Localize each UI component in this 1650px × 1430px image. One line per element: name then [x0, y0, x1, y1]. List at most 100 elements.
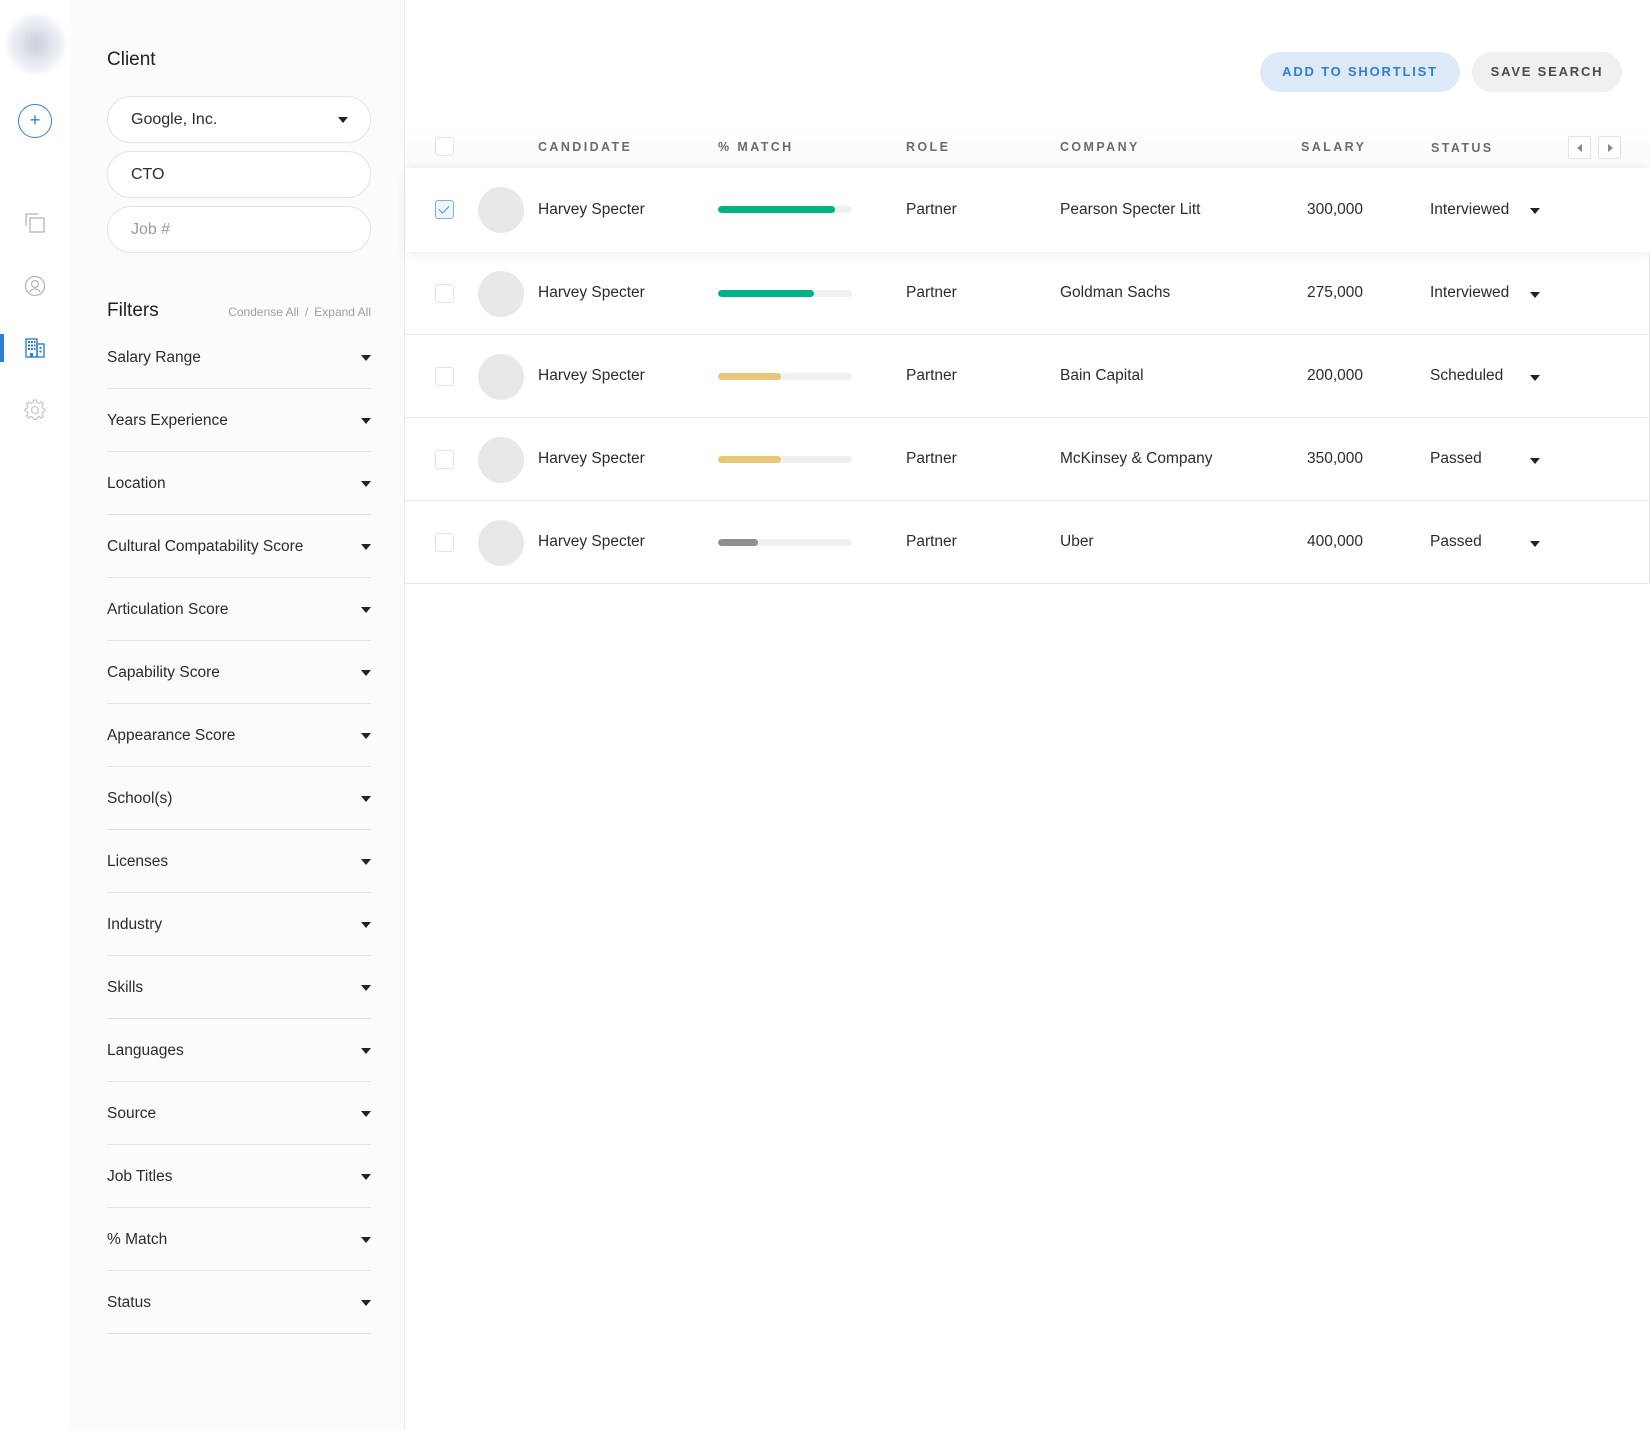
filter-item[interactable]: School(s)	[107, 767, 371, 830]
plus-icon: +	[29, 110, 41, 130]
status-select[interactable]: Passed	[1430, 501, 1482, 583]
avatar	[478, 520, 524, 566]
salary-cell: 275,000	[1306, 284, 1363, 301]
chevron-down-icon	[361, 355, 371, 361]
expand-all-link[interactable]: Expand All	[314, 305, 371, 319]
filter-item[interactable]: Licenses	[107, 830, 371, 893]
logo-avatar[interactable]	[6, 14, 66, 74]
match-bar	[718, 373, 852, 380]
column-header-candidate[interactable]: CANDIDATE	[538, 140, 632, 154]
company-cell: Bain Capital	[1060, 367, 1144, 384]
filter-label: Years Experience	[107, 412, 228, 429]
candidate-name[interactable]: Harvey Specter	[538, 501, 645, 583]
job-number-input[interactable]: Job #	[107, 206, 371, 253]
chevron-down-icon	[338, 117, 348, 123]
nav-item-copy[interactable]	[0, 203, 70, 243]
client-select[interactable]: Google, Inc.	[107, 96, 371, 143]
match-bar	[718, 290, 852, 297]
filter-item[interactable]: Capability Score	[107, 641, 371, 704]
column-header-role[interactable]: ROLE	[906, 140, 950, 154]
caret-left-icon	[1577, 144, 1582, 152]
candidate-name[interactable]: Harvey Specter	[538, 168, 645, 252]
column-header-salary[interactable]: SALARY	[1301, 140, 1366, 154]
filter-label: School(s)	[107, 790, 173, 807]
table-row[interactable]: Harvey Specter Partner Goldman Sachs 275,00…	[405, 252, 1650, 335]
add-button[interactable]: +	[18, 104, 52, 138]
status-select[interactable]: Passed	[1430, 418, 1482, 500]
chevron-down-icon	[361, 796, 371, 802]
chevron-down-icon[interactable]	[1530, 458, 1540, 464]
chevron-down-icon[interactable]	[1530, 208, 1540, 214]
filter-item[interactable]: Years Experience	[107, 389, 371, 452]
filter-item[interactable]: Industry	[107, 893, 371, 956]
filter-item[interactable]: Articulation Score	[107, 578, 371, 641]
table-row[interactable]: Harvey Specter Partner McKinsey & Company 3…	[405, 418, 1650, 501]
filter-label: Licenses	[107, 853, 169, 870]
filter-item[interactable]: Job Titles	[107, 1145, 371, 1208]
filter-item[interactable]: Salary Range	[107, 326, 371, 389]
filter-item[interactable]: Location	[107, 452, 371, 515]
filter-label: Location	[107, 475, 166, 492]
filter-item[interactable]: Skills	[107, 956, 371, 1019]
column-header-status[interactable]: STATUS	[1431, 141, 1494, 155]
filter-item[interactable]: Status	[107, 1271, 371, 1334]
filter-item[interactable]: Languages	[107, 1019, 371, 1082]
column-header-company[interactable]: COMPANY	[1060, 140, 1140, 154]
chevron-down-icon	[361, 1237, 371, 1243]
condense-all-link[interactable]: Condense All	[228, 305, 299, 319]
chevron-down-icon[interactable]	[1530, 541, 1540, 547]
row-checkbox[interactable]	[435, 284, 454, 303]
row-checkbox[interactable]	[435, 450, 454, 469]
chevron-down-icon[interactable]	[1530, 375, 1540, 381]
chevron-down-icon[interactable]	[1530, 292, 1540, 298]
client-select-value: Google, Inc.	[131, 111, 218, 128]
table-row[interactable]: Harvey Specter Partner Bain Capital 200,000…	[405, 335, 1650, 418]
user-circle-icon	[24, 275, 46, 297]
company-cell: Pearson Specter Litt	[1060, 201, 1201, 218]
candidate-name[interactable]: Harvey Specter	[538, 335, 645, 417]
table-row[interactable]: Harvey Specter Partner Uber 400,000 Passed	[405, 501, 1650, 584]
filter-label: % Match	[107, 1231, 168, 1248]
status-select[interactable]: Interviewed	[1430, 168, 1509, 252]
status-select[interactable]: Interviewed	[1430, 252, 1509, 334]
icon-rail: +	[0, 0, 70, 1430]
gear-icon	[24, 399, 46, 421]
filter-item[interactable]: % Match	[107, 1208, 371, 1271]
nav-item-companies[interactable]	[0, 328, 70, 368]
role-input-value: CTO	[131, 166, 165, 183]
salary-cell: 350,000	[1306, 450, 1363, 467]
filter-item[interactable]: Source	[107, 1082, 371, 1145]
candidate-name[interactable]: Harvey Specter	[538, 252, 645, 334]
role-input[interactable]: CTO	[107, 151, 371, 198]
match-bar-fill	[718, 373, 781, 380]
match-bar	[718, 539, 852, 546]
save-search-button[interactable]: SAVE SEARCH	[1472, 52, 1622, 92]
chevron-down-icon	[361, 670, 371, 676]
row-checkbox[interactable]	[435, 200, 454, 219]
add-to-shortlist-button[interactable]: ADD TO SHORTLIST	[1260, 52, 1460, 92]
row-checkbox[interactable]	[435, 533, 454, 552]
select-all-checkbox[interactable]	[435, 137, 454, 156]
job-number-placeholder: Job #	[131, 221, 171, 238]
row-checkbox[interactable]	[435, 367, 454, 386]
avatar	[478, 354, 524, 400]
scroll-left-button[interactable]	[1568, 136, 1591, 159]
avatar	[478, 271, 524, 317]
candidate-name[interactable]: Harvey Specter	[538, 418, 645, 500]
candidate-table-body: Harvey Specter Partner Pearson Specter Lit…	[405, 168, 1650, 584]
role-cell: Partner	[906, 367, 957, 384]
filter-item[interactable]: Cultural Compatability Score	[107, 515, 371, 578]
chevron-down-icon	[361, 859, 371, 865]
nav-item-candidates[interactable]	[0, 266, 70, 306]
building-icon	[25, 338, 45, 358]
table-row[interactable]: Harvey Specter Partner Pearson Specter Lit…	[405, 168, 1650, 252]
scroll-right-button[interactable]	[1598, 136, 1621, 159]
filter-label: Cultural Compatability Score	[107, 538, 304, 555]
nav-item-settings[interactable]	[0, 390, 70, 430]
chevron-down-icon	[361, 481, 371, 487]
column-header-match[interactable]: % MATCH	[718, 140, 794, 154]
status-select[interactable]: Scheduled	[1430, 335, 1503, 417]
filter-item[interactable]: Appearance Score	[107, 704, 371, 767]
filter-toggle-links: Condense All / Expand All	[228, 305, 371, 319]
match-bar-fill	[718, 290, 815, 297]
